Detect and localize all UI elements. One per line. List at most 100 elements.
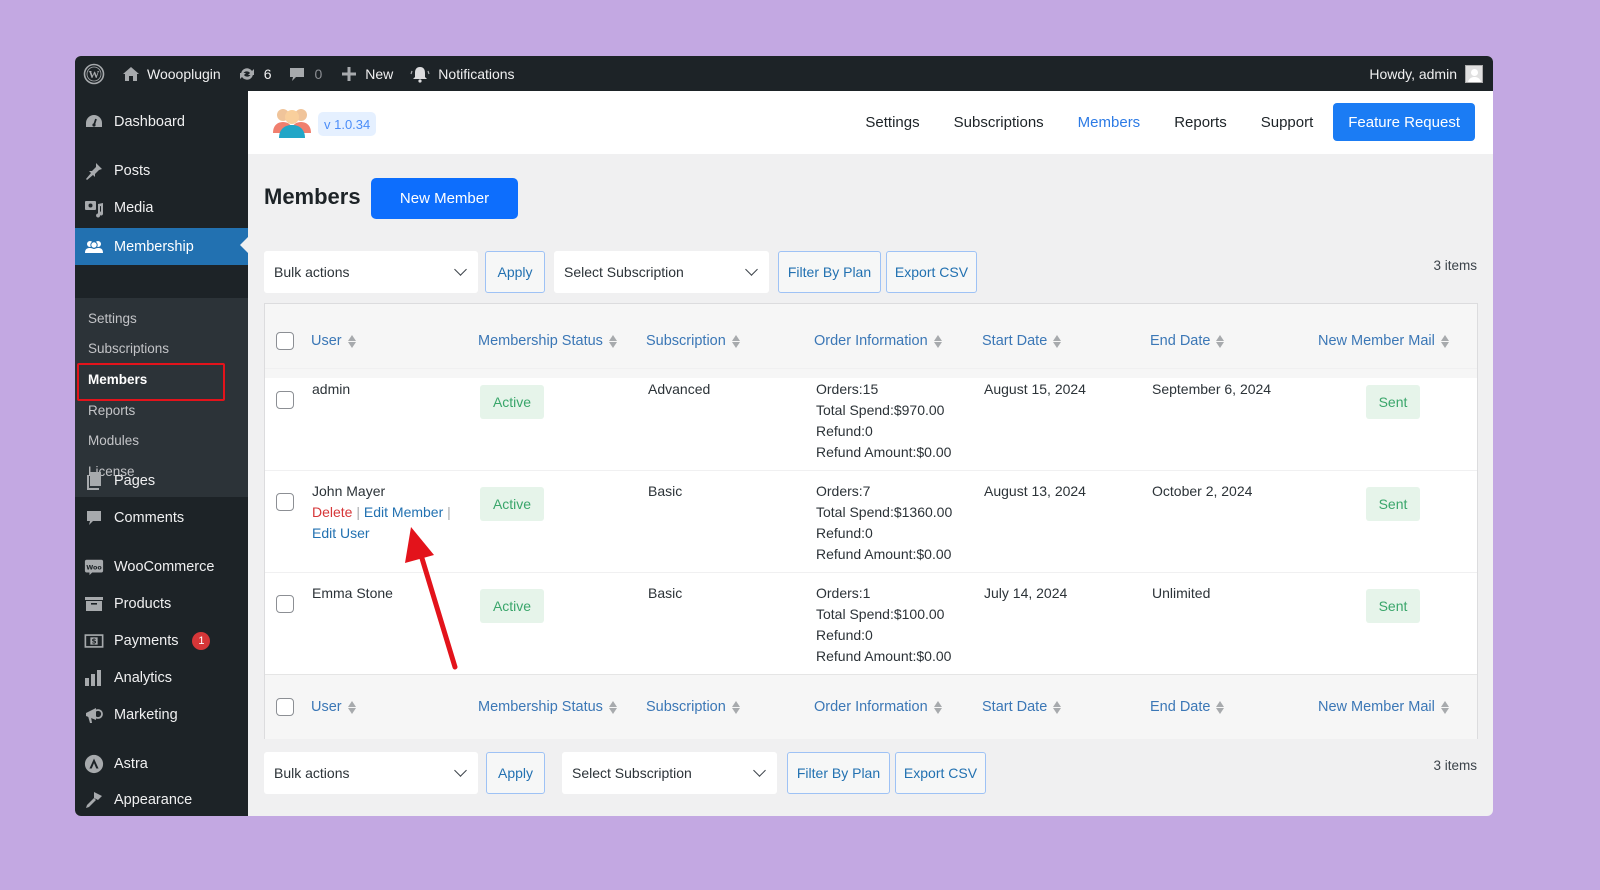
delete-link[interactable]: Delete [312, 504, 352, 520]
sort-icon [347, 700, 356, 714]
column-new-member-mail[interactable]: New Member Mail [1318, 304, 1449, 378]
sidebar-label: Posts [114, 163, 151, 179]
submenu-item-modules[interactable]: Modules [88, 433, 139, 448]
submenu-item-subscriptions[interactable]: Subscriptions [88, 341, 169, 356]
user-name[interactable]: admin [312, 379, 350, 400]
subscription-value: Basic [648, 585, 683, 601]
sort-icon [1440, 334, 1449, 348]
filter-by-plan-button[interactable]: Filter By Plan [778, 251, 881, 293]
page-title: Members [264, 184, 361, 209]
column-new-member-mail[interactable]: New Member Mail [1318, 675, 1449, 739]
subscription-select[interactable]: Select Subscription [554, 251, 769, 293]
select-all-checkbox[interactable] [276, 332, 294, 350]
sidebar-item-appearance[interactable]: Appearance [75, 783, 248, 816]
sidebar-item-analytics[interactable]: Analytics [75, 661, 248, 695]
bulk-actions-select-bottom[interactable]: Bulk actions [264, 752, 478, 794]
sidebar-label: Appearance [114, 792, 193, 808]
column-order-information[interactable]: Order Information [814, 304, 942, 378]
sidebar-item-comments[interactable]: Comments [75, 501, 248, 535]
column-label: New Member Mail [1318, 699, 1435, 715]
site-name-link[interactable]: Woooplugin [122, 56, 221, 91]
sidebar-item-astra[interactable]: Astra [75, 747, 248, 781]
sidebar-item-pages[interactable]: Pages [75, 464, 248, 498]
sidebar-label: Pages [114, 473, 156, 489]
updates-count: 6 [263, 65, 272, 82]
nav-members[interactable]: Members [1078, 114, 1141, 131]
column-membership-status[interactable]: Membership Status [478, 304, 617, 378]
row-checkbox[interactable] [276, 595, 294, 613]
wordpress-logo[interactable]: W [75, 56, 111, 91]
filter-by-plan-button-bottom[interactable]: Filter By Plan [787, 752, 890, 794]
nav-reports[interactable]: Reports [1174, 114, 1227, 131]
column-order-information[interactable]: Order Information [814, 675, 942, 739]
sidebar-item-membership[interactable]: Membership [75, 228, 248, 265]
select-all-checkbox-footer[interactable] [276, 698, 294, 716]
bulk-actions-value: Bulk actions [274, 264, 350, 280]
sidebar-item-dashboard[interactable]: Dashboard [75, 105, 248, 139]
apply-button-bottom[interactable]: Apply [486, 752, 545, 794]
sidebar-item-products[interactable]: Products [75, 587, 248, 621]
edit-member-link[interactable]: Edit Member [364, 504, 443, 520]
brush-icon [84, 790, 104, 810]
my-account[interactable]: Howdy, admin [1369, 56, 1483, 91]
browser-window: W Woooplugin 6 0 New Notifications Howdy… [75, 56, 1493, 816]
column-membership-status[interactable]: Membership Status [478, 675, 617, 739]
column-subscription[interactable]: Subscription [646, 675, 740, 739]
column-start-date[interactable]: Start Date [982, 675, 1062, 739]
feature-request-button[interactable]: Feature Request [1333, 103, 1475, 141]
apply-button[interactable]: Apply [485, 251, 545, 293]
column-label: Membership Status [478, 333, 603, 349]
sidebar-item-woocommerce[interactable]: Woo WooCommerce [75, 550, 248, 584]
table-header: User Membership Status Subscription Orde… [265, 304, 1477, 378]
column-end-date[interactable]: End Date [1150, 675, 1225, 739]
items-count-bottom: 3 items [1433, 758, 1477, 773]
column-end-date[interactable]: End Date [1150, 304, 1225, 378]
updates-link[interactable]: 6 [238, 56, 272, 91]
sort-icon [608, 700, 617, 714]
column-label: New Member Mail [1318, 333, 1435, 349]
orders-count: Orders:15 [816, 381, 879, 397]
submenu-item-reports[interactable]: Reports [88, 403, 135, 418]
user-name[interactable]: John Mayer [312, 481, 385, 502]
pin-icon [84, 161, 104, 181]
column-user[interactable]: User [311, 304, 356, 378]
export-csv-button[interactable]: Export CSV [886, 251, 977, 293]
media-icon [84, 198, 104, 218]
sidebar-item-payments[interactable]: $ Payments 1 [75, 624, 248, 658]
subscription-select-bottom[interactable]: Select Subscription [562, 752, 777, 794]
sidebar-label: Comments [114, 510, 185, 526]
admin-sidebar: Dashboard Posts Media Membership Setting… [75, 91, 248, 816]
wordpress-icon: W [83, 63, 105, 84]
astra-icon [84, 754, 104, 774]
row-checkbox[interactable] [276, 493, 294, 511]
user-name[interactable]: Emma Stone [312, 583, 393, 604]
sidebar-label: Media [114, 200, 154, 216]
sort-icon [1440, 700, 1449, 714]
comments-link[interactable]: 0 [289, 56, 322, 91]
sidebar-item-media[interactable]: Media [75, 191, 248, 225]
nav-subscriptions[interactable]: Subscriptions [954, 114, 1044, 131]
nav-support[interactable]: Support [1261, 114, 1314, 131]
row-checkbox[interactable] [276, 391, 294, 409]
sort-icon [933, 334, 942, 348]
chevron-down-icon [745, 263, 758, 276]
sidebar-item-posts[interactable]: Posts [75, 154, 248, 188]
submenu-item-settings[interactable]: Settings [88, 311, 137, 326]
sidebar-item-marketing[interactable]: Marketing [75, 698, 248, 732]
sidebar-label: Products [114, 596, 172, 612]
new-content-link[interactable]: New [341, 56, 393, 91]
edit-user-link[interactable]: Edit User [312, 525, 370, 541]
refresh-icon [238, 66, 256, 82]
column-label: End Date [1150, 699, 1211, 715]
column-label: Order Information [814, 333, 928, 349]
refund-count: Refund:0 [816, 525, 873, 541]
new-member-button[interactable]: New Member [371, 178, 518, 219]
column-subscription[interactable]: Subscription [646, 304, 740, 378]
column-start-date[interactable]: Start Date [982, 304, 1062, 378]
nav-settings[interactable]: Settings [865, 114, 919, 131]
notifications-link[interactable]: Notifications [410, 56, 515, 91]
column-user[interactable]: User [311, 675, 356, 739]
end-date: October 2, 2024 [1152, 483, 1253, 499]
bulk-actions-select[interactable]: Bulk actions [264, 251, 478, 293]
export-csv-button-bottom[interactable]: Export CSV [895, 752, 986, 794]
